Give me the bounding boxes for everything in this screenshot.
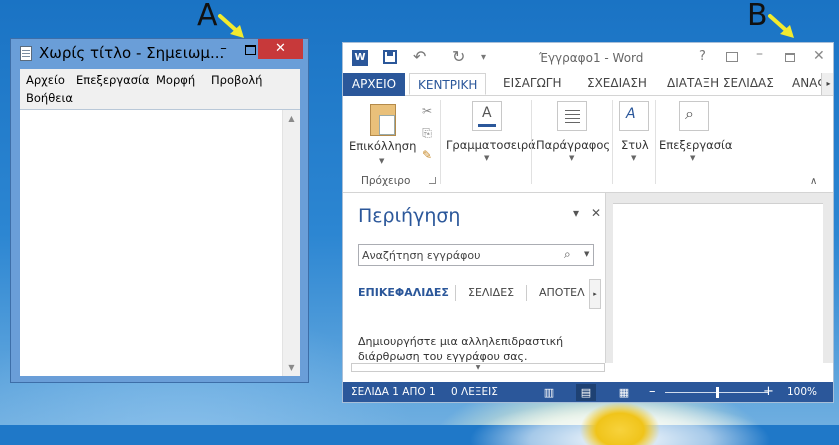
- ribbon-home: Επικόλληση ▼ ✂ ⎘ ✎ Πρόχειρο A Γραμματοσε…: [343, 96, 833, 193]
- styles-glyph: A: [626, 106, 636, 122]
- group-separator: [440, 100, 441, 184]
- tab-file[interactable]: ΑΡΧΕΙΟ: [343, 73, 405, 96]
- copy-icon[interactable]: ⎘: [420, 126, 434, 140]
- arrow-b-icon: [768, 14, 794, 38]
- menu-format[interactable]: Μορφή: [156, 73, 195, 87]
- styles-icon[interactable]: A: [619, 101, 649, 131]
- zoom-level[interactable]: 100%: [787, 386, 817, 398]
- menu-view[interactable]: Προβολή: [211, 73, 262, 87]
- nav-tabs-scroll-icon[interactable]: ▸: [589, 279, 601, 309]
- paragraph-button[interactable]: Παράγραφος: [536, 138, 610, 152]
- cut-icon[interactable]: ✂: [420, 104, 434, 118]
- notepad-minimize-button[interactable]: –: [210, 39, 237, 59]
- menu-edit[interactable]: Επεξεργασία: [76, 73, 149, 87]
- notepad-title: Χωρίς τίτλο - Σημειωμ...: [39, 44, 225, 62]
- font-button[interactable]: Γραμματοσειρά: [446, 138, 536, 152]
- scroll-down-icon[interactable]: ▼: [283, 359, 300, 376]
- word-logo-icon[interactable]: W: [352, 50, 368, 66]
- group-separator: [612, 100, 613, 184]
- print-layout-icon[interactable]: ▤: [576, 384, 596, 401]
- word-titlebar[interactable]: W ↶ ↻ ▾ Έγγραφο1 - Word ? – ✕: [343, 43, 833, 73]
- notepad-vertical-scrollbar[interactable]: ▲ ▼: [282, 110, 300, 376]
- font-icon[interactable]: A: [472, 101, 502, 131]
- word-close-button[interactable]: ✕: [813, 48, 825, 64]
- nav-tab-separator: [455, 285, 456, 301]
- undo-icon[interactable]: ↶: [413, 47, 426, 66]
- editing-dropdown-icon[interactable]: ▼: [690, 154, 695, 162]
- tab-insert[interactable]: ΕΙΣΑΓΩΓΗ: [503, 76, 561, 90]
- format-painter-icon[interactable]: ✎: [420, 148, 434, 162]
- nav-tab-separator: [526, 285, 527, 301]
- paragraph-dropdown-icon[interactable]: ▼: [569, 154, 574, 162]
- font-dropdown-icon[interactable]: ▼: [484, 154, 489, 162]
- word-minimize-button[interactable]: –: [756, 46, 763, 62]
- notepad-window: Χωρίς τίτλο - Σημειωμ... – ✕ Αρχείο Επεξ…: [10, 38, 309, 383]
- font-glyph: A: [482, 105, 492, 121]
- tab-home[interactable]: ΚΕΝΤΡΙΚΗ: [409, 73, 487, 95]
- nav-close-icon[interactable]: ✕: [591, 206, 601, 220]
- editing-button[interactable]: Επεξεργασία: [659, 138, 732, 152]
- collapse-ribbon-icon[interactable]: ∧: [810, 176, 817, 187]
- notepad-text-area[interactable]: ▲ ▼: [20, 109, 300, 376]
- nav-options-icon[interactable]: ▾: [573, 206, 579, 220]
- editing-icon[interactable]: ⌕: [679, 101, 709, 131]
- status-bar: ΣΕΛΙΔΑ 1 ΑΠΟ 1 0 ΛΕΞΕΙΣ ▥ ▤ ▦ – + 100%: [343, 382, 833, 402]
- help-icon[interactable]: ?: [699, 49, 706, 64]
- redo-icon[interactable]: ↻: [452, 47, 465, 66]
- word-window: W ↶ ↻ ▾ Έγγραφο1 - Word ? – ✕ ΑΡΧΕΙΟ ΚΕΝ…: [342, 42, 834, 403]
- zoom-out-icon[interactable]: –: [649, 384, 656, 399]
- navigation-title: Περιήγηση: [358, 205, 461, 227]
- marker-a: A: [197, 0, 218, 33]
- paste-button[interactable]: Επικόλληση: [349, 139, 416, 153]
- document-area: [606, 193, 833, 363]
- page-count[interactable]: ΣΕΛΙΔΑ 1 ΑΠΟ 1: [351, 386, 436, 398]
- nav-tab-headings[interactable]: ΕΠΙΚΕΦΑΛΙΔΕΣ: [358, 286, 449, 299]
- zoom-slider-thumb[interactable]: [716, 387, 719, 398]
- nav-horizontal-scrollbar[interactable]: ▼: [351, 363, 605, 372]
- clipboard-launcher-icon[interactable]: [429, 177, 436, 184]
- paragraph-icon[interactable]: [557, 101, 587, 131]
- word-maximize-button[interactable]: [785, 53, 795, 62]
- menu-file[interactable]: Αρχείο: [26, 73, 65, 87]
- search-icon[interactable]: ⌕: [564, 247, 571, 262]
- tab-page-layout[interactable]: ΔΙΑΤΑΞΗ ΣΕΛΙΔΑΣ: [667, 76, 774, 90]
- ribbon-tabs: ΑΡΧΕΙΟ ΚΕΝΤΡΙΚΗ ΕΙΣΑΓΩΓΗ ΣΧΕΔΙΑΣΗ ΔΙΑΤΑΞ…: [343, 73, 833, 96]
- word-title: Έγγραφο1 - Word: [539, 51, 644, 65]
- styles-dropdown-icon[interactable]: ▼: [631, 154, 636, 162]
- marker-b: B: [747, 0, 768, 33]
- clipboard-group-label: Πρόχειρο: [361, 175, 411, 187]
- save-icon[interactable]: [383, 50, 397, 64]
- read-mode-icon[interactable]: ▥: [539, 384, 559, 401]
- group-separator: [531, 100, 532, 184]
- customize-toolbar-icon[interactable]: ▾: [481, 52, 486, 63]
- paste-dropdown-icon[interactable]: ▼: [379, 157, 384, 165]
- web-layout-icon[interactable]: ▦: [614, 384, 634, 401]
- document-page[interactable]: [613, 203, 823, 363]
- nav-search-box: ⌕ ▼: [358, 244, 594, 266]
- nav-description: Δημιουργήστε μια αλληλεπιδραστική διάρθρ…: [358, 335, 564, 363]
- notepad-app-icon[interactable]: [20, 46, 32, 61]
- tabs-scroll-right-icon[interactable]: ▸: [821, 73, 833, 95]
- scroll-up-icon[interactable]: ▲: [283, 110, 300, 127]
- nav-search-input[interactable]: [362, 246, 547, 264]
- editing-glyph: ⌕: [685, 104, 694, 123]
- group-separator: [655, 100, 656, 184]
- notepad-titlebar[interactable]: Χωρίς τίτλο - Σημειωμ... – ✕: [11, 39, 308, 67]
- notepad-close-button[interactable]: ✕: [258, 39, 303, 59]
- zoom-in-icon[interactable]: +: [763, 384, 774, 399]
- nav-tab-pages[interactable]: ΣΕΛΙΔΕΣ: [468, 286, 514, 299]
- nav-tab-results[interactable]: ΑΠΟΤΕΛ: [539, 286, 585, 299]
- word-count[interactable]: 0 ΛΕΞΕΙΣ: [451, 386, 498, 398]
- maximize-icon: [244, 45, 256, 55]
- search-dropdown-icon[interactable]: ▼: [584, 250, 589, 258]
- ribbon-display-options-icon[interactable]: [726, 52, 738, 62]
- navigation-pane: Περιήγηση ▾ ✕ ⌕ ▼ ΕΠΙΚΕΦΑΛΙΔΕΣ ΣΕΛΙΔΕΣ Α…: [343, 193, 606, 363]
- paste-icon[interactable]: [370, 104, 396, 136]
- tab-design[interactable]: ΣΧΕΔΙΑΣΗ: [587, 76, 647, 90]
- arrow-a-icon: [218, 14, 244, 38]
- styles-button[interactable]: Στυλ: [621, 138, 649, 152]
- menu-help[interactable]: Βοήθεια: [26, 91, 73, 105]
- notepad-menubar: Αρχείο Επεξεργασία Μορφή Προβολή Βοήθεια: [20, 69, 300, 109]
